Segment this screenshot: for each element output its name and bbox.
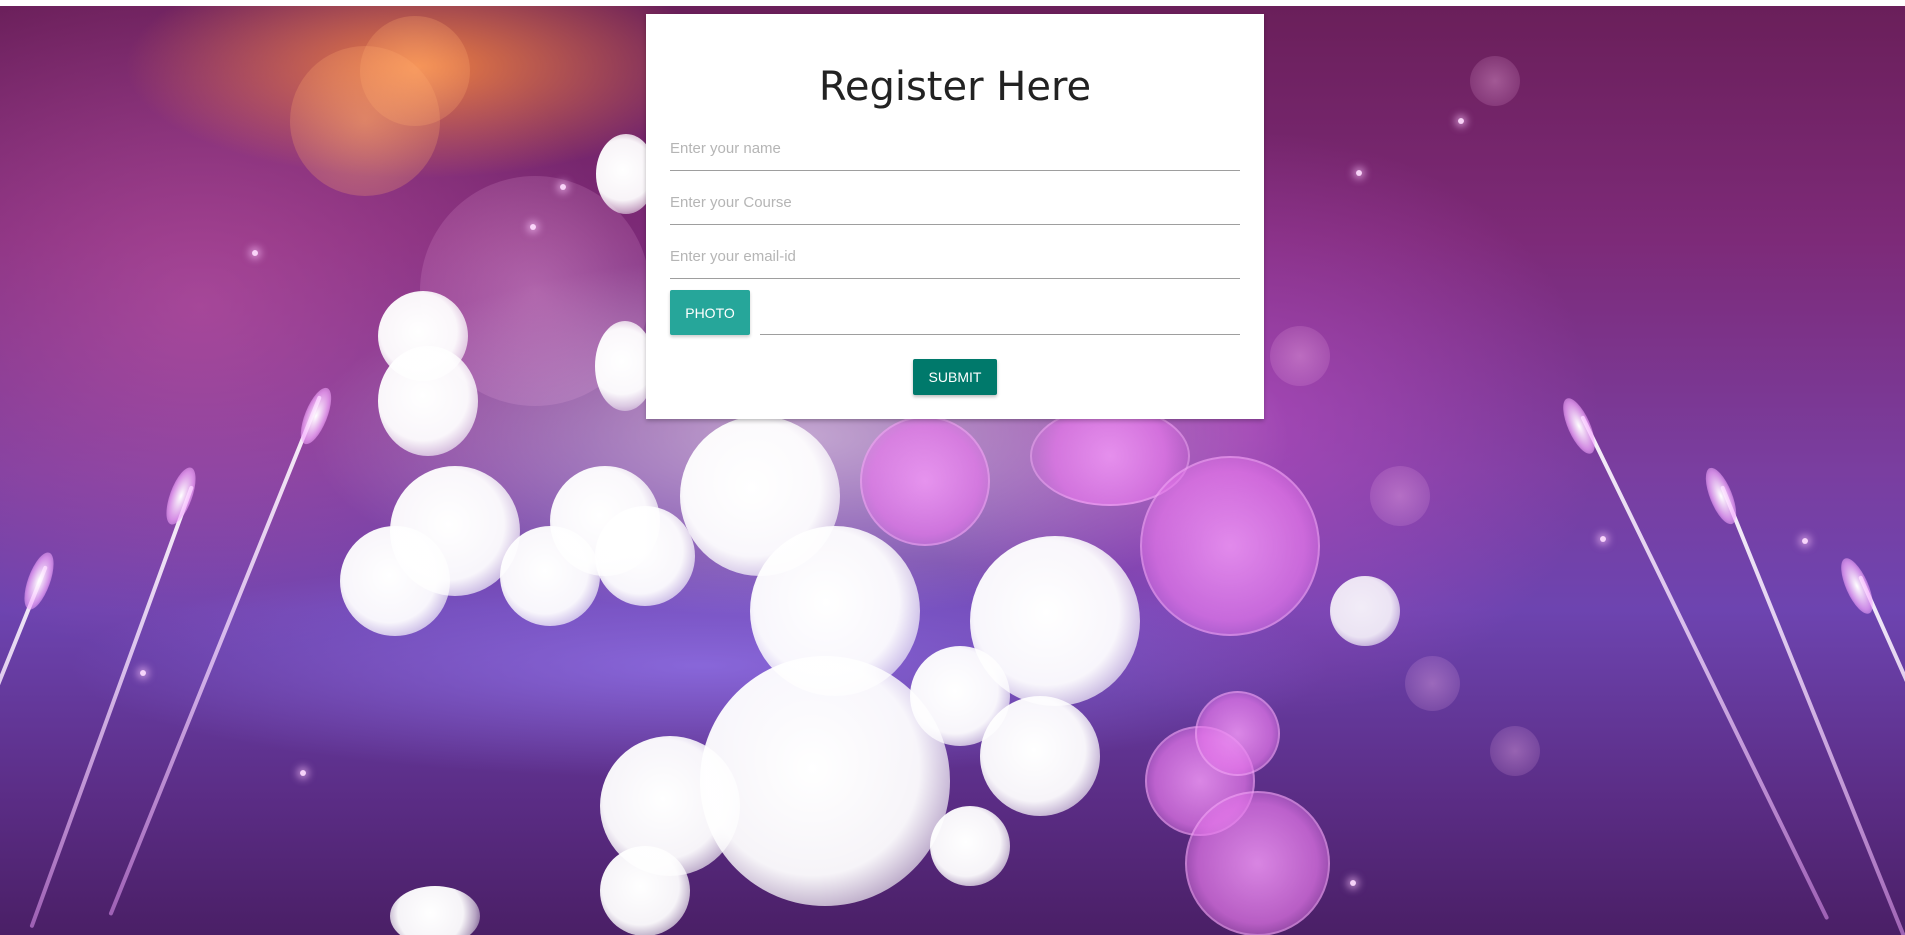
registration-card: Register Here PHOTO SUBMIT xyxy=(646,14,1264,419)
photo-upload-button[interactable]: PHOTO xyxy=(670,290,750,335)
course-input[interactable] xyxy=(670,185,1240,225)
form-title: Register Here xyxy=(818,64,1092,110)
name-input[interactable] xyxy=(670,131,1240,171)
photo-file-path-field[interactable] xyxy=(760,290,1240,335)
email-input[interactable] xyxy=(670,239,1240,279)
submit-button[interactable]: SUBMIT xyxy=(913,359,997,395)
